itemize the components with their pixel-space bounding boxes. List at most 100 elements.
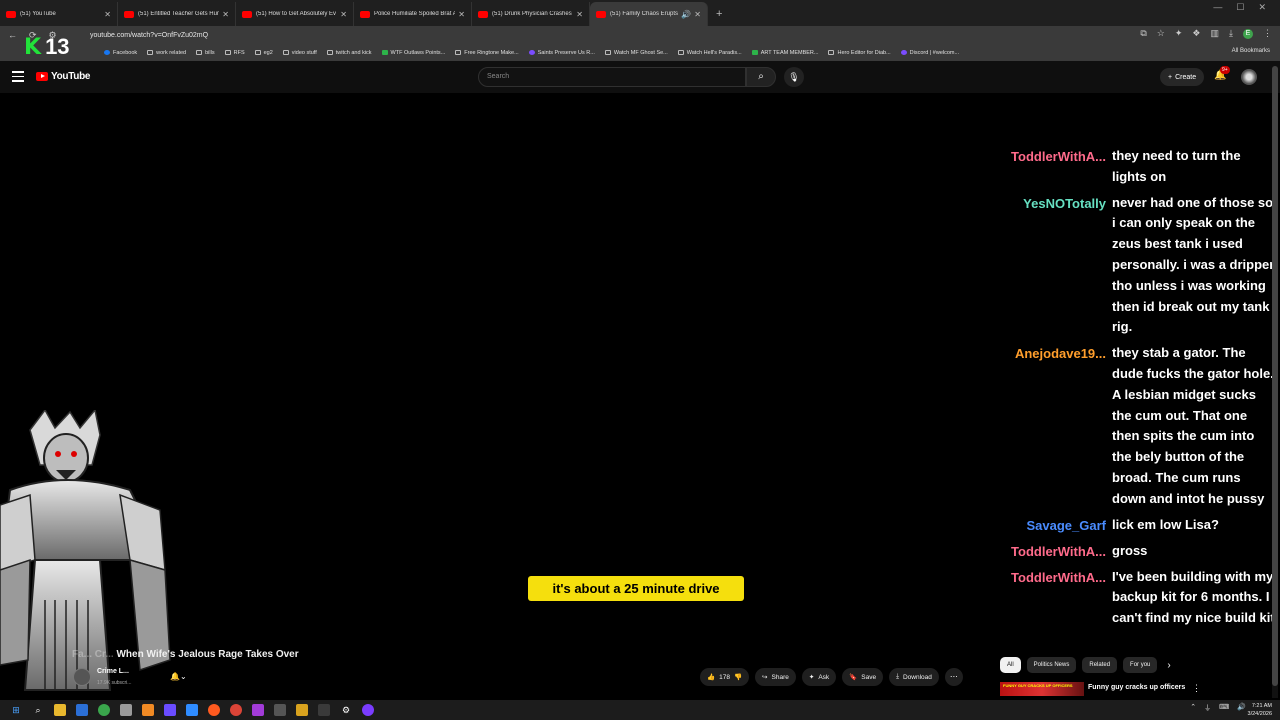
taskbar-clock[interactable]: 7:21 AM 3/24/2026 — [1248, 702, 1272, 718]
usb-icon[interactable]: ⏚ — [1204, 703, 1211, 713]
windows-start-icon[interactable]: ⊞ — [10, 704, 22, 716]
browser-tab[interactable]: (51) How to Get Absolutely Ev ✕ — [236, 2, 354, 26]
bookmark-item[interactable]: WTF Outlaws Points... — [381, 50, 445, 56]
bookmark-item[interactable]: Free Ringtone Make... — [455, 50, 519, 56]
minimize-icon[interactable]: — — [1213, 2, 1222, 13]
chip-for-you[interactable]: For you — [1123, 657, 1158, 673]
channel-avatar[interactable] — [73, 668, 91, 686]
bookmark-item[interactable]: Watch Hell's Paradis... — [677, 50, 742, 56]
taskbar-app-icon[interactable] — [252, 704, 264, 716]
taskbar-app-icon[interactable] — [318, 704, 330, 716]
download-button[interactable]: ⤓ Download — [889, 668, 939, 686]
browser-tab[interactable]: (51) Drunk Physician Crashes In ✕ — [472, 2, 590, 26]
save-button[interactable]: 🔖 Save — [842, 668, 884, 686]
close-tab-icon[interactable]: ✕ — [340, 10, 347, 19]
search-icon[interactable]: ⌕ — [32, 704, 44, 716]
back-icon[interactable]: ← — [8, 30, 17, 41]
more-actions-icon[interactable]: ⋯ — [944, 668, 963, 686]
bookmark-item[interactable]: Discord | #welcom... — [900, 50, 959, 56]
bookmark-star-icon[interactable]: ☆ — [1157, 28, 1165, 39]
chevron-right-icon[interactable]: › — [1167, 660, 1170, 671]
file-explorer-icon[interactable] — [54, 704, 66, 716]
close-tab-icon[interactable]: ✕ — [104, 10, 111, 19]
chip-all[interactable]: All — [1000, 657, 1021, 673]
create-button[interactable]: + Create — [1160, 68, 1205, 86]
taskbar-app-icon[interactable] — [186, 704, 198, 716]
youtube-logo[interactable]: YouTube — [36, 71, 91, 82]
bookmark-item[interactable]: eg2 — [254, 50, 273, 56]
close-tab-icon[interactable]: ✕ — [222, 10, 229, 19]
bookmark-item[interactable]: video stuff — [282, 50, 317, 56]
install-app-icon[interactable]: ⧉ — [1140, 28, 1146, 39]
like-button[interactable]: 👍 178 👎 — [700, 668, 750, 686]
bookmark-item[interactable]: Watch MF Ghost Se... — [604, 50, 668, 56]
bookmark-label: Facebook — [113, 49, 138, 56]
extensions-puzzle-icon[interactable]: ❖ — [1192, 28, 1200, 39]
chat-text: they stab a gator. The dude fucks the ga… — [1112, 345, 1274, 506]
bookmark-item[interactable]: ART TEAM MEMBER... — [751, 49, 819, 56]
recommended-video-thumbnail[interactable]: FUNNY GUY CRACKS UP OFFICERS — [1000, 682, 1084, 696]
taskbar-app-icon[interactable] — [274, 704, 286, 716]
bookmark-item[interactable]: bills — [196, 50, 215, 56]
extension-icon[interactable]: ✦ — [1175, 28, 1183, 39]
notifications-button[interactable]: 🔔 9+ — [1214, 66, 1230, 81]
browser-menu-icon[interactable]: ⋮ — [1263, 28, 1272, 39]
download-icon[interactable]: ⤓ — [1229, 28, 1233, 39]
bookmark-item[interactable]: twitch and kick — [326, 50, 372, 56]
volume-icon[interactable]: 🔊 — [1237, 703, 1246, 713]
bookmark-label: ART TEAM MEMBER... — [760, 49, 819, 56]
browser-tab-active[interactable]: (51) Family Chaos Erupts W 🔊 ✕ — [590, 2, 708, 26]
subscribe-bell-icon[interactable]: 🔔⌄ — [170, 672, 187, 681]
close-tab-icon[interactable]: ✕ — [576, 10, 583, 19]
all-bookmarks-button[interactable]: All Bookmarks — [1232, 48, 1270, 54]
recommended-video-menu-icon[interactable]: ⋮ — [1192, 683, 1201, 694]
chat-message: ToddlerWithA... gross — [1000, 541, 1278, 562]
bookmark-item[interactable]: work related — [147, 50, 186, 56]
taskbar-app-icon[interactable] — [296, 704, 308, 716]
recommended-video-title[interactable]: Funny guy cracks up officers — [1088, 684, 1185, 691]
taskbar-app-icon[interactable] — [164, 704, 176, 716]
bookmark-item[interactable]: Facebook — [104, 50, 137, 56]
side-panel-icon[interactable]: ▥ — [1211, 28, 1220, 39]
chip-related[interactable]: Related — [1082, 657, 1118, 673]
taskbar-app-icon[interactable] — [362, 704, 374, 716]
maximize-icon[interactable]: ☐ — [1236, 2, 1244, 13]
scrollbar-thumb[interactable] — [1272, 66, 1278, 686]
video-title-prefix: Fa... Cr... — [72, 649, 114, 660]
chip-politics-news[interactable]: Politics News — [1026, 657, 1077, 673]
tray-chevron-icon[interactable]: ⌃ — [1190, 703, 1196, 713]
menu-icon[interactable] — [12, 71, 24, 85]
close-window-icon[interactable]: ✕ — [1258, 2, 1266, 13]
page-scrollbar[interactable] — [1272, 66, 1278, 698]
network-icon[interactable]: ⌨ — [1219, 703, 1229, 713]
voice-search-button[interactable]: 🎙 — [784, 67, 804, 87]
bookmark-item[interactable]: Saints Preserve Us R... — [528, 50, 595, 56]
share-button[interactable]: ↪ Share — [755, 668, 796, 686]
close-tab-icon[interactable]: ✕ — [694, 10, 701, 19]
taskbar-app-icon[interactable] — [208, 704, 220, 716]
chrome-icon[interactable] — [230, 704, 242, 716]
taskbar-app-icon[interactable] — [142, 704, 154, 716]
search-input[interactable]: Search — [478, 67, 746, 87]
taskbar-app-icon[interactable] — [120, 704, 132, 716]
ask-button[interactable]: ✦ Ask — [801, 668, 837, 686]
thumbs-down-icon[interactable]: 👎 — [734, 673, 742, 681]
browser-tab[interactable]: (51) Entitled Teacher Gets Hum ✕ — [118, 2, 236, 26]
channel-name[interactable]: Crime L... — [97, 668, 129, 675]
close-tab-icon[interactable]: ✕ — [458, 10, 465, 19]
browser-tab[interactable]: (51) YouTube ✕ — [0, 2, 118, 26]
browser-tab[interactable]: Police Humiliate Spoiled Brat A ✕ — [354, 2, 472, 26]
account-avatar[interactable] — [1241, 69, 1257, 85]
new-tab-button[interactable]: + — [716, 2, 722, 26]
taskbar-app-icon[interactable] — [76, 704, 88, 716]
profile-avatar[interactable]: E — [1243, 28, 1253, 39]
settings-gear-icon[interactable]: ⚙ — [340, 704, 352, 716]
site-icon — [528, 50, 535, 55]
bookmark-item[interactable]: RFS — [224, 50, 245, 56]
chat-text: never had one of those so i can only spe… — [1112, 194, 1275, 335]
url-field[interactable]: youtube.com/watch?v=OnfFvZu02mQ — [90, 32, 208, 39]
chrome-icon[interactable] — [98, 704, 110, 716]
mute-tab-icon[interactable]: 🔊 — [681, 10, 691, 19]
bookmark-item[interactable]: Hero Editor for Diab... — [828, 50, 891, 56]
search-button[interactable]: ⌕ — [746, 67, 776, 87]
